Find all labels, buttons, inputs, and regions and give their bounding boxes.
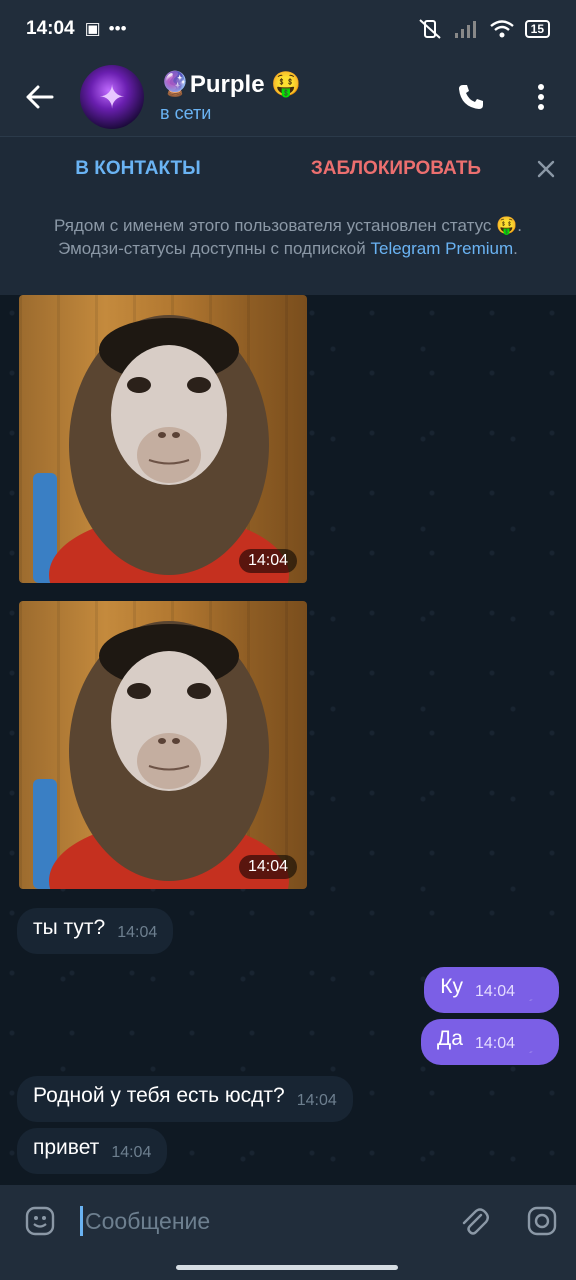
message-time: 14:04 bbox=[117, 924, 158, 941]
paperclip-icon bbox=[462, 1208, 489, 1235]
message-list[interactable]: 14:04 14:04 ты тут? 14:04 Ку 14:04 Да 14… bbox=[0, 295, 576, 1185]
message-text: Да bbox=[437, 1027, 463, 1050]
message-input-placeholder: Сообщение bbox=[85, 1207, 211, 1234]
chat-title-block[interactable]: 🔮Purple 🤑 в сети bbox=[160, 70, 436, 124]
close-icon bbox=[537, 160, 555, 177]
message-time: 14:04 bbox=[238, 549, 297, 573]
arrow-left-icon bbox=[26, 85, 54, 109]
camera-icon bbox=[527, 1206, 557, 1236]
outgoing-message[interactable]: Ку 14:04 bbox=[424, 967, 559, 1013]
outgoing-message[interactable]: Да 14:04 bbox=[421, 1019, 559, 1065]
battery-indicator: 15 bbox=[524, 20, 550, 38]
message-time: 14:04 bbox=[296, 1092, 337, 1109]
phone-icon bbox=[459, 85, 483, 109]
incoming-message[interactable]: Родной у тебя есть юсдт? 14:04 bbox=[17, 1076, 353, 1122]
photo-message[interactable]: 14:04 bbox=[19, 601, 307, 889]
home-indicator[interactable] bbox=[176, 1265, 398, 1270]
online-status: в сети bbox=[160, 103, 212, 123]
message-time: 14:04 bbox=[238, 855, 297, 879]
more-notifications-icon: ••• bbox=[108, 19, 127, 38]
avatar-emoji: ✦ bbox=[98, 79, 126, 115]
sim-icon: ▣ bbox=[84, 19, 101, 38]
add-contact-button[interactable]: В КОНТАКТЫ bbox=[0, 158, 276, 180]
message-time: 14:04 bbox=[474, 983, 515, 1000]
chat-header: ✦ 🔮Purple 🤑 в сети bbox=[0, 58, 576, 136]
emoji-status-notice: Рядом с именем этого пользователя устано… bbox=[0, 200, 576, 295]
monkey-photo bbox=[33, 315, 289, 583]
message-time: 14:04 bbox=[111, 1144, 152, 1161]
double-check-icon bbox=[529, 1051, 533, 1053]
sticker-smile-icon bbox=[25, 1206, 55, 1236]
more-menu-button[interactable] bbox=[506, 58, 576, 136]
contact-actions-bar: В КОНТАКТЫ ЗАБЛОКИРОВАТЬ bbox=[0, 136, 576, 200]
message-text: Родной у тебя есть юсдт? bbox=[33, 1084, 285, 1107]
call-button[interactable] bbox=[436, 58, 506, 136]
wifi-icon bbox=[489, 20, 514, 38]
more-vertical-icon bbox=[538, 84, 544, 110]
text-caret bbox=[80, 1206, 83, 1236]
attach-button[interactable] bbox=[440, 1205, 508, 1237]
system-nav-bar bbox=[0, 1257, 576, 1280]
message-text: ты тут? bbox=[33, 916, 106, 939]
status-time: 14:04 bbox=[26, 18, 75, 39]
close-actions-button[interactable] bbox=[516, 160, 576, 178]
camera-button[interactable] bbox=[508, 1205, 576, 1237]
status-bar: 14:04 ▣ ••• 15 bbox=[0, 0, 576, 58]
back-button[interactable] bbox=[0, 58, 80, 136]
incoming-message[interactable]: ты тут? 14:04 bbox=[17, 908, 174, 954]
premium-link[interactable]: Telegram Premium bbox=[371, 239, 514, 258]
photo-message[interactable]: 14:04 bbox=[19, 295, 307, 583]
monkey-photo bbox=[33, 621, 289, 889]
message-text: Ку bbox=[440, 975, 463, 998]
message-text: привет bbox=[33, 1136, 100, 1159]
emoji-button[interactable] bbox=[0, 1205, 80, 1237]
avatar[interactable]: ✦ bbox=[80, 65, 144, 129]
signal-icon bbox=[454, 21, 476, 38]
block-button[interactable]: ЗАБЛОКИРОВАТЬ bbox=[276, 158, 516, 180]
message-composer: Сообщение bbox=[0, 1185, 576, 1257]
message-input[interactable]: Сообщение bbox=[80, 1206, 440, 1236]
vibrate-off-icon bbox=[418, 19, 441, 39]
incoming-message[interactable]: привет 14:04 bbox=[17, 1128, 168, 1174]
double-check-icon bbox=[529, 999, 533, 1001]
message-time: 14:04 bbox=[474, 1035, 515, 1052]
notice-tail: . bbox=[513, 239, 518, 258]
chat-title: 🔮Purple 🤑 bbox=[160, 71, 302, 98]
